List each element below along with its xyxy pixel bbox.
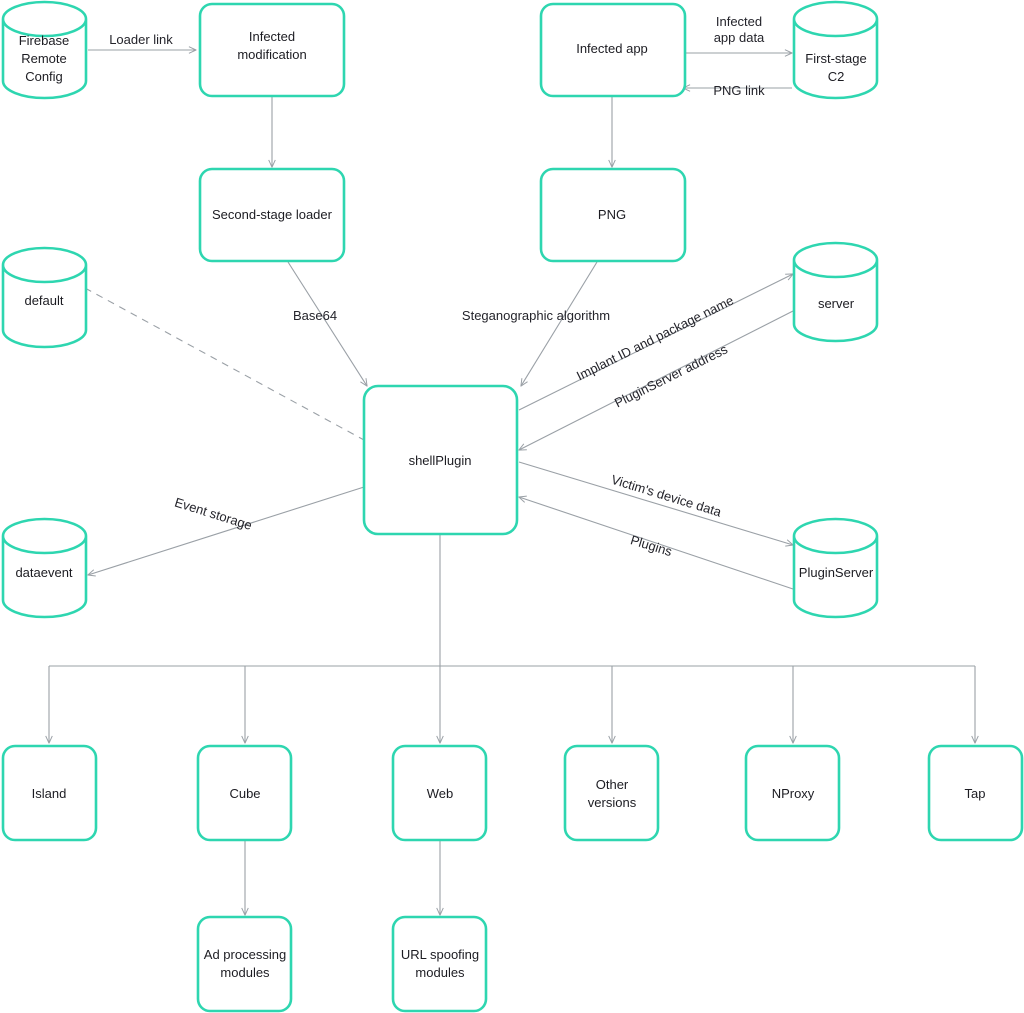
- node-label-pluginserver-db: PluginServer: [799, 565, 874, 580]
- edge-label-victims-device-data: Victim's device data: [609, 472, 723, 520]
- node-label-url-spoofing-modules: URL spoofing: [401, 947, 479, 962]
- edge-label-event-storage: Event storage: [173, 494, 254, 532]
- node-label-other-versions-2: versions: [588, 795, 637, 810]
- node-label-web: Web: [427, 786, 454, 801]
- node-shapes: [1, 0, 1024, 1013]
- node-label-shellplugin: shellPlugin: [409, 453, 472, 468]
- node-label-other-versions: Other: [596, 777, 629, 792]
- edge-label-steganographic-algorithm: Steganographic algorithm: [462, 308, 610, 323]
- node-label-firebase-remote-config-2: Remote: [21, 51, 67, 66]
- node-label-infected-app: Infected app: [576, 41, 648, 56]
- node-label-url-spoofing-modules-2: modules: [415, 965, 465, 980]
- node-url-spoofing-modules[interactable]: [391, 915, 488, 1013]
- node-label-island: Island: [32, 786, 67, 801]
- edge-label-infected-app-data: Infected: [716, 14, 762, 29]
- node-label-server-db: server: [818, 296, 855, 311]
- node-label-dataevent-db: dataevent: [15, 565, 72, 580]
- node-label-tap: Tap: [965, 786, 986, 801]
- node-label-ad-processing-modules: Ad processing: [204, 947, 286, 962]
- node-label-nproxy: NProxy: [772, 786, 815, 801]
- node-label-default-db: default: [24, 293, 63, 308]
- edge-label-base64: Base64: [293, 308, 337, 323]
- node-label-first-stage-c2-2: C2: [828, 69, 845, 84]
- edge-second-stage-loader-to-shellplugin: [287, 261, 367, 386]
- edge-label-loader-link: Loader link: [109, 32, 173, 47]
- node-label-second-stage-loader: Second-stage loader: [212, 207, 333, 222]
- node-label-first-stage-c2: First-stage: [805, 51, 866, 66]
- node-label-infected-modification-2: modification: [237, 47, 306, 62]
- edge-label-plugins: Plugins: [629, 532, 675, 559]
- node-label-cube: Cube: [229, 786, 260, 801]
- edge-label-png-link: PNG link: [713, 83, 765, 98]
- node-label-ad-processing-modules-2: modules: [220, 965, 270, 980]
- diagram-canvas: Firebase Remote Config Infected modifica…: [1, 0, 1024, 1013]
- edge-label-implant-id-and-package-name: Implant ID and package name: [574, 293, 736, 384]
- edge-shellplugin-to-pluginserver: [518, 461, 793, 545]
- edge-label-infected-app-data-2: app data: [714, 30, 765, 45]
- edge-shellplugin-to-dataevent: [88, 486, 365, 575]
- node-label-png: PNG: [598, 207, 626, 222]
- node-ad-processing-modules[interactable]: [196, 915, 293, 1013]
- malware-flow-diagram: Firebase Remote Config Infected modifica…: [0, 0, 1024, 1013]
- node-other-versions[interactable]: [563, 744, 660, 842]
- node-label-firebase-remote-config: Firebase: [19, 33, 70, 48]
- node-label-infected-modification: Infected: [249, 29, 295, 44]
- node-label-firebase-remote-config-3: Config: [25, 69, 63, 84]
- node-server-db[interactable]: [792, 241, 879, 343]
